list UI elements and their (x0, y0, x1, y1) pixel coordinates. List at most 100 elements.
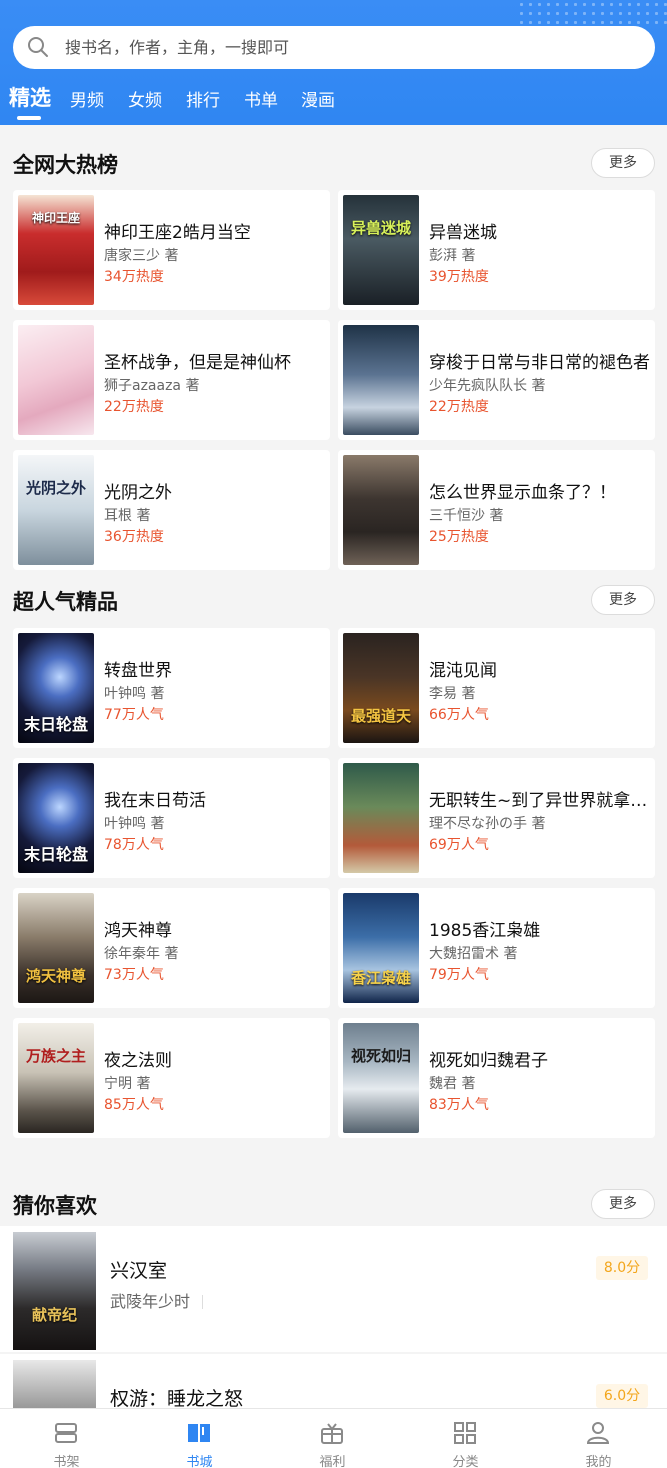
book-cover: 献帝纪 (13, 1232, 96, 1350)
tab-comics[interactable]: 漫画 (301, 86, 335, 111)
book-card[interactable]: 穿梭于日常与非日常的褪色者 少年先疯队队长 著 22万热度 (338, 320, 655, 440)
section-title-guess: 猜你喜欢 (13, 1194, 97, 1218)
book-author: 武陵年少时 (110, 1288, 203, 1312)
book-title: 兴汉室 (110, 1260, 168, 1282)
nav-mine[interactable]: 我的 (532, 1409, 665, 1468)
more-button-guess[interactable]: 更多 (591, 1189, 655, 1219)
book-cover: 香江枭雄 (343, 893, 419, 1003)
book-title: 鸿天神尊 (104, 921, 172, 941)
book-heat: 22万热度 (104, 399, 164, 415)
tab-male[interactable]: 男频 (70, 86, 104, 111)
book-cover: 末日轮盘 (18, 633, 94, 743)
search-bar[interactable]: 搜书名，作者，主角，一搜即可 (13, 26, 655, 69)
user-icon (586, 1422, 610, 1444)
book-popularity: 77万人气 (104, 707, 164, 723)
book-author: 唐家三少 著 (104, 248, 179, 264)
book-author: 叶钟鸣 著 (104, 686, 165, 702)
book-title: 转盘世界 (104, 661, 172, 681)
book-card[interactable]: 怎么世界显示血条了？！ 三千恒沙 著 25万热度 (338, 450, 655, 570)
nav-label: 书城 (186, 1455, 213, 1468)
book-heat: 39万热度 (429, 269, 489, 285)
book-title: 怎么世界显示血条了？！ (429, 483, 616, 503)
book-author: 少年先疯队队长 著 (429, 378, 546, 394)
nav-category[interactable]: 分类 (399, 1409, 532, 1468)
category-tabs: 精选 男频 女频 排行 书单 漫画 (0, 80, 667, 125)
book-popularity: 69万人气 (429, 837, 489, 853)
book-cover: 光阴之外 (18, 455, 94, 565)
book-card[interactable]: 光阴之外 光阴之外 耳根 著 36万热度 (13, 450, 330, 570)
book-heat: 36万热度 (104, 529, 164, 545)
book-cover: 视死如归 (343, 1023, 419, 1133)
top-header: 搜书名，作者，主角，一搜即可 精选 男频 女频 排行 书单 漫画 (0, 0, 667, 125)
book-author: 李易 著 (429, 686, 476, 702)
book-title: 异兽迷城 (429, 223, 497, 243)
book-author: 叶钟鸣 著 (104, 816, 165, 832)
nav-welfare[interactable]: 福利 (266, 1409, 399, 1468)
more-button-popular[interactable]: 更多 (591, 585, 655, 615)
bottom-nav: 书架 书城 福利 分类 我的 (0, 1408, 667, 1468)
tab-booklist[interactable]: 书单 (244, 86, 278, 111)
nav-book-city[interactable]: 书城 (133, 1409, 266, 1468)
book-author: 三千恒沙 著 (429, 508, 504, 524)
book-cover (343, 325, 419, 435)
book-city-icon (188, 1424, 210, 1442)
tab-ranking[interactable]: 排行 (186, 86, 220, 111)
recommend-item[interactable]: 献帝纪 兴汉室 武陵年少时 8.0分 (0, 1226, 667, 1352)
book-card[interactable]: 最强道天 混沌见闻 李易 著 66万人气 (338, 628, 655, 748)
book-card[interactable]: 视死如归 视死如归魏君子 魏君 著 83万人气 (338, 1018, 655, 1138)
book-heat: 25万热度 (429, 529, 489, 545)
book-title: 神印王座2皓月当空 (104, 223, 251, 243)
tab-female[interactable]: 女频 (128, 86, 162, 111)
book-card[interactable]: 香江枭雄 1985香江枭雄 大魏招雷术 著 79万人气 (338, 888, 655, 1008)
rating-badge: 6.0分 (596, 1384, 648, 1408)
book-cover: 神印王座 (18, 195, 94, 305)
book-cover (18, 325, 94, 435)
book-title: 权游：睡龙之怒 (110, 1388, 244, 1408)
book-popularity: 85万人气 (104, 1097, 164, 1113)
more-button-hot[interactable]: 更多 (591, 148, 655, 178)
book-cover: 末日轮盘 (18, 763, 94, 873)
book-card[interactable]: 末日轮盘 我在末日苟活 叶钟鸣 著 78万人气 (13, 758, 330, 878)
book-popularity: 66万人气 (429, 707, 489, 723)
book-cover: 最强道天 (343, 633, 419, 743)
book-title: 圣杯战争，但是是神仙杯 (104, 353, 291, 373)
book-title: 视死如归魏君子 (429, 1051, 548, 1071)
category-grid-icon (454, 1422, 476, 1444)
recommend-item[interactable]: 权游：睡龙之怒 6.0分 (0, 1354, 667, 1408)
book-author: 徐年秦年 著 (104, 946, 179, 962)
book-cover: 万族之主 (18, 1023, 94, 1133)
tab-featured[interactable]: 精选 (9, 82, 51, 112)
bookshelf-icon (55, 1423, 77, 1443)
book-author: 大魏招雷术 著 (429, 946, 518, 962)
section-title-hot: 全网大热榜 (13, 153, 118, 177)
book-card[interactable]: 圣杯战争，但是是神仙杯 狮子azaaza 著 22万热度 (13, 320, 330, 440)
search-placeholder: 搜书名，作者，主角，一搜即可 (65, 38, 290, 57)
book-title: 光阴之外 (104, 483, 172, 503)
book-card[interactable]: 异兽迷城 异兽迷城 彭湃 著 39万热度 (338, 190, 655, 310)
rating-badge: 8.0分 (596, 1256, 648, 1280)
book-title: 穿梭于日常与非日常的褪色者 (429, 353, 650, 373)
book-popularity: 73万人气 (104, 967, 164, 983)
main-content: 全网大热榜 更多 神印王座 神印王座2皓月当空 唐家三少 著 34万热度 异兽迷… (0, 125, 667, 1408)
book-card[interactable]: 万族之主 夜之法则 宁明 著 85万人气 (13, 1018, 330, 1138)
book-title: 1985香江枭雄 (429, 921, 541, 941)
book-author: 理不尽な孙の手 著 (429, 816, 546, 832)
book-popularity: 83万人气 (429, 1097, 489, 1113)
nav-bookshelf[interactable]: 书架 (0, 1409, 133, 1468)
book-card[interactable]: 神印王座 神印王座2皓月当空 唐家三少 著 34万热度 (13, 190, 330, 310)
nav-label: 我的 (585, 1455, 612, 1468)
book-card[interactable]: 鸿天神尊 鸿天神尊 徐年秦年 著 73万人气 (13, 888, 330, 1008)
book-title: 我在末日苟活 (104, 791, 206, 811)
book-author: 宁明 著 (104, 1076, 151, 1092)
search-icon (28, 37, 48, 57)
book-popularity: 79万人气 (429, 967, 489, 983)
book-popularity: 78万人气 (104, 837, 164, 853)
tab-indicator (17, 116, 41, 120)
nav-label: 福利 (319, 1455, 346, 1468)
book-card[interactable]: 无职转生~到了异世界就拿出真本事~ 理不尽な孙の手 著 69万人气 (338, 758, 655, 878)
book-author: 魏君 著 (429, 1076, 476, 1092)
book-heat: 22万热度 (429, 399, 489, 415)
book-card[interactable]: 末日轮盘 转盘世界 叶钟鸣 著 77万人气 (13, 628, 330, 748)
book-cover: 鸿天神尊 (18, 893, 94, 1003)
book-cover (343, 763, 419, 873)
